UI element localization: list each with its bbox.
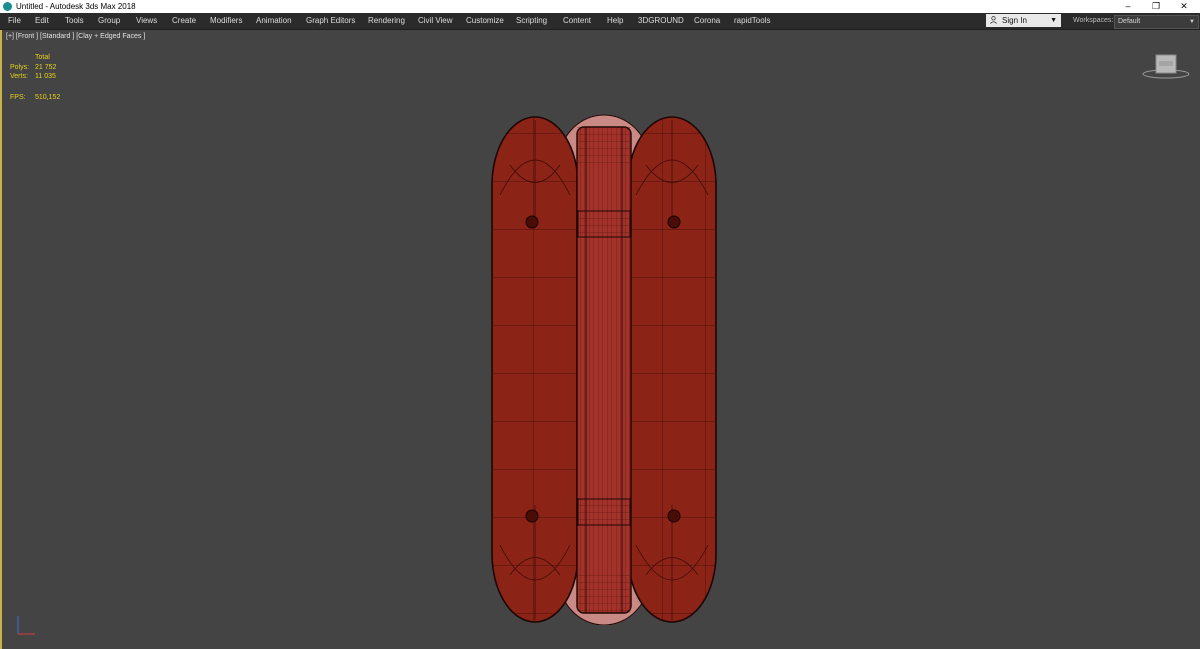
polys-label: Polys: — [10, 64, 30, 71]
sign-in-dropdown[interactable]: Sign In ▼ — [986, 14, 1061, 27]
menu-rapidtools[interactable]: rapidTools — [734, 13, 770, 29]
chevron-down-icon: ▼ — [1189, 19, 1195, 25]
stats-header: Total — [35, 54, 50, 61]
close-button[interactable]: ✕ — [1170, 0, 1198, 13]
title-bar: Untitled - Autodesk 3ds Max 2018 – ❐ ✕ — [0, 0, 1200, 13]
workspaces-label: Workspaces: — [1073, 17, 1114, 24]
menu-views[interactable]: Views — [136, 13, 157, 29]
polys-value: 21 752 — [35, 64, 57, 71]
verts-value: 11 035 — [35, 73, 56, 80]
hinge-model[interactable] — [490, 85, 718, 625]
window-title: Untitled - Autodesk 3ds Max 2018 — [16, 2, 136, 11]
minimize-button[interactable]: – — [1114, 0, 1142, 13]
viewport-label-menu[interactable]: [+] [Front ] [Standard ] [Clay + Edged F… — [6, 33, 145, 40]
front-viewport[interactable]: [+] [Front ] [Standard ] [Clay + Edged F… — [0, 30, 1200, 649]
barrel-bottom-rows — [577, 573, 631, 613]
workspaces-value: Default — [1118, 18, 1141, 25]
menu-graph-editors[interactable]: Graph Editors — [306, 13, 355, 29]
right-top-screw — [667, 215, 681, 229]
left-bottom-screw — [525, 509, 539, 523]
fps-value: 510,152 — [35, 94, 61, 101]
menu-file[interactable]: File — [8, 13, 21, 29]
menu-modifiers[interactable]: Modifiers — [210, 13, 242, 29]
user-icon — [990, 16, 997, 24]
menu-create[interactable]: Create — [172, 13, 196, 29]
menu-civil-view[interactable]: Civil View — [418, 13, 453, 29]
sign-in-label: Sign In — [1002, 16, 1027, 25]
right-bottom-screw — [667, 509, 681, 523]
axis-tripod-icon — [17, 616, 35, 635]
fps-label: FPS: — [10, 94, 26, 101]
menu-rendering[interactable]: Rendering — [368, 13, 405, 29]
menu-scripting[interactable]: Scripting — [516, 13, 547, 29]
menu-tools[interactable]: Tools — [65, 13, 84, 29]
menu-content[interactable]: Content — [563, 13, 591, 29]
left-top-screw — [525, 215, 539, 229]
viewcube-icon[interactable] — [1142, 52, 1190, 80]
menu-customize[interactable]: Customize — [466, 13, 504, 29]
menu-3dground[interactable]: 3DGROUND — [638, 13, 684, 29]
menu-corona[interactable]: Corona — [694, 13, 720, 29]
menu-group[interactable]: Group — [98, 13, 120, 29]
menu-help[interactable]: Help — [607, 13, 623, 29]
menu-animation[interactable]: Animation — [256, 13, 292, 29]
barrel-top-rows — [577, 127, 631, 167]
maximize-button[interactable]: ❐ — [1142, 0, 1170, 13]
workspaces-select[interactable]: Default ▼ — [1114, 15, 1199, 29]
verts-label: Verts: — [10, 73, 28, 80]
app-icon — [3, 2, 12, 11]
menu-edit[interactable]: Edit — [35, 13, 49, 29]
barrel-verticals — [577, 127, 631, 613]
chevron-down-icon: ▼ — [1050, 17, 1057, 24]
